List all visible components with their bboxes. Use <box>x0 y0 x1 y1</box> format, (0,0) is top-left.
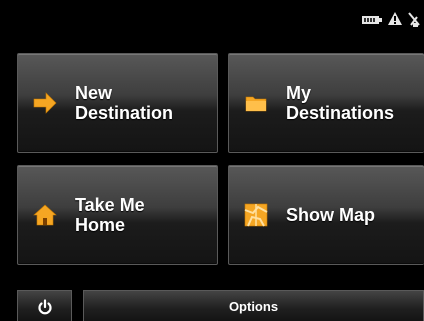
new-destination-label: New Destination <box>75 83 174 123</box>
show-map-label: Show Map <box>286 205 375 225</box>
satellite-icon <box>408 11 420 32</box>
options-label: Options <box>228 299 279 314</box>
home-icon <box>33 203 57 227</box>
arrow-right-icon <box>33 91 57 115</box>
take-me-home-label: Take Me Home <box>75 195 145 235</box>
my-destinations-button[interactable]: My Destinations <box>228 53 424 153</box>
status-bar <box>0 0 424 40</box>
status-icons <box>362 11 424 32</box>
take-me-home-button[interactable]: Take Me Home <box>17 165 218 265</box>
show-map-button[interactable]: Show Map <box>228 165 424 265</box>
map-icon <box>244 203 268 227</box>
my-destinations-label: My Destinations <box>286 83 395 123</box>
power-button[interactable] <box>17 290 72 321</box>
power-icon <box>37 299 53 315</box>
battery-icon <box>362 12 382 30</box>
folder-icon <box>244 91 268 115</box>
new-destination-button[interactable]: New Destination <box>17 53 218 153</box>
options-button[interactable]: Options <box>83 290 424 321</box>
warning-icon <box>388 12 402 30</box>
